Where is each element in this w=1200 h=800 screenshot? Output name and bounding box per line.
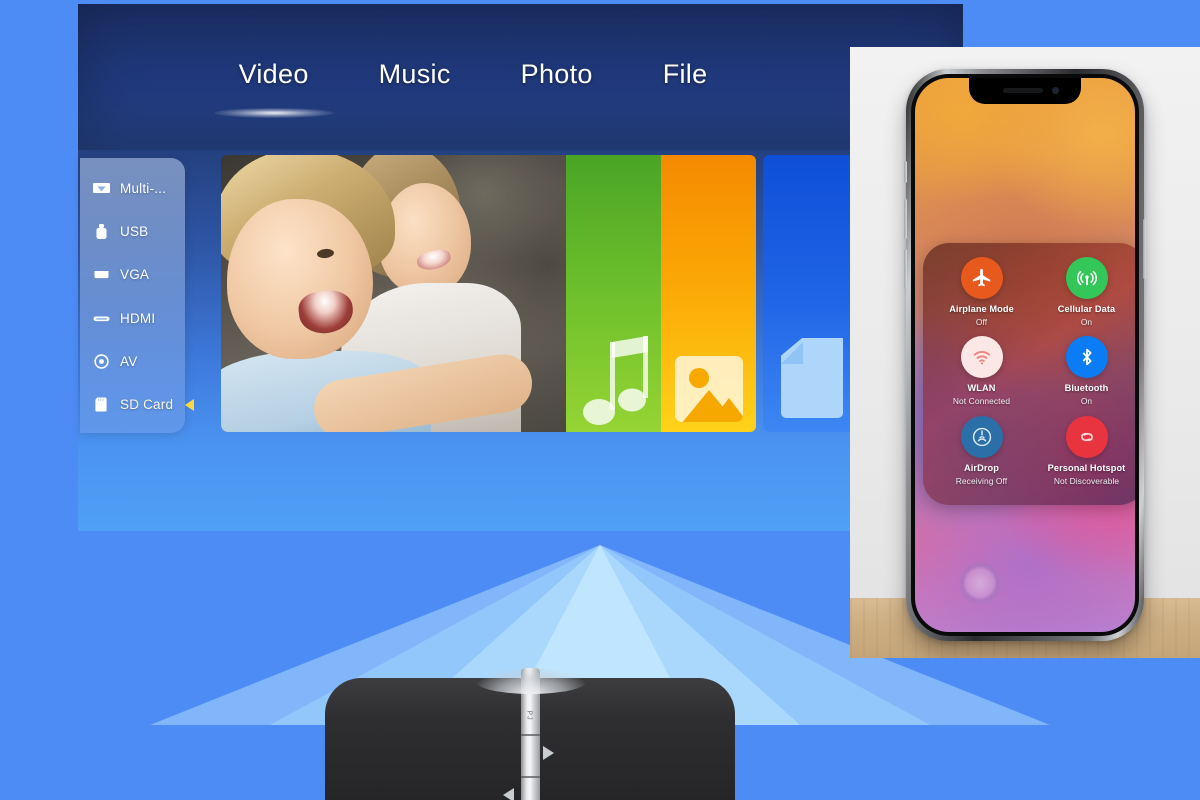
tab-photo[interactable]: Photo: [515, 57, 599, 92]
tab-file-label: File: [662, 58, 708, 89]
wifi-icon: [960, 336, 1003, 379]
sidebar-item-av[interactable]: AV: [80, 344, 185, 380]
video-thumbnail[interactable]: [221, 155, 566, 432]
control-tile-personal-hotspot-title: Personal Hotspot: [1047, 462, 1126, 473]
hdmi-port-icon: [92, 310, 111, 327]
tab-video-label: Video: [238, 58, 309, 89]
phone-mute-switch[interactable]: [904, 161, 907, 183]
projector-right-panel: [532, 678, 735, 800]
sd-card-icon: [92, 396, 111, 413]
iphone-device: Airplane Mode Off Cellular Data On WLAN …: [904, 69, 1146, 641]
control-tile-airdrop-title: AirDrop: [964, 462, 999, 473]
control-tile-bluetooth-status: On: [1080, 396, 1093, 407]
earpiece-speaker-icon: [1003, 88, 1043, 93]
sidebar-item-usb-label: USB: [120, 223, 149, 239]
portable-projector: PJ: [325, 668, 735, 800]
vga-port-icon: [92, 266, 111, 283]
screen-lower-band: [78, 445, 963, 531]
projector-brand-mark: PJ: [525, 710, 533, 721]
control-center-connectivity-panel: Airplane Mode Off Cellular Data On WLAN …: [923, 243, 1135, 505]
screen-cast-icon: [92, 180, 111, 197]
control-tile-bluetooth-title: Bluetooth: [1064, 383, 1109, 394]
control-tile-cellular-data-status: On: [1080, 317, 1093, 327]
music-note-icon: [582, 336, 654, 428]
cellular-antenna-icon: [1065, 257, 1108, 299]
document-icon: [781, 338, 843, 418]
source-sidebar: Multi-... USB VGA HDMI AV SD Card: [80, 158, 195, 433]
projector-lens-glow: [475, 668, 587, 694]
control-tile-personal-hotspot[interactable]: Personal Hotspot Not Discoverable: [1034, 415, 1135, 495]
assistive-touch-icon[interactable]: [959, 562, 1001, 604]
selection-arrow-icon: [185, 398, 195, 411]
video-thumbnail-image: [221, 155, 566, 432]
music-tile[interactable]: [566, 155, 661, 432]
sidebar-item-multiscreen-label: Multi-...: [120, 180, 167, 196]
sidebar-item-av-label: AV: [120, 354, 138, 370]
control-tile-airplane-mode-title: Airplane Mode: [949, 304, 1014, 314]
sidebar-item-sd-card[interactable]: SD Card: [80, 387, 195, 423]
sidebar-item-hdmi-label: HDMI: [120, 310, 156, 326]
tab-video[interactable]: Video: [233, 57, 315, 92]
phone-volume-up-button[interactable]: [904, 199, 907, 239]
photo-tile[interactable]: [661, 155, 756, 432]
airdrop-icon: [960, 415, 1003, 458]
sidebar-item-hdmi[interactable]: HDMI: [80, 300, 185, 336]
control-tile-wlan-title: WLAN: [967, 383, 996, 394]
control-tile-wlan[interactable]: WLAN Not Connected: [929, 336, 1034, 415]
projector-next-button-icon[interactable]: [543, 746, 554, 760]
control-tile-airplane-mode[interactable]: Airplane Mode Off: [929, 257, 1034, 336]
phone-power-button[interactable]: [1143, 219, 1146, 279]
bluetooth-icon: [1065, 336, 1108, 379]
file-tile[interactable]: [763, 155, 863, 432]
control-tile-wlan-status: Not Connected: [952, 396, 1011, 407]
control-tile-bluetooth[interactable]: Bluetooth On: [1034, 336, 1135, 415]
control-tile-cellular-data-title: Cellular Data: [1057, 304, 1116, 314]
tab-file[interactable]: File: [657, 57, 714, 92]
image-icon: [675, 356, 743, 422]
sidebar-item-multiscreen[interactable]: Multi-...: [80, 170, 185, 206]
media-tiles: [221, 155, 921, 432]
front-camera-icon: [1052, 87, 1059, 94]
sidebar-item-sd-card-label: SD Card: [120, 397, 174, 413]
sidebar-item-vga-label: VGA: [120, 267, 150, 283]
phone-inset-photo: Airplane Mode Off Cellular Data On WLAN …: [850, 47, 1200, 658]
control-tile-cellular-data[interactable]: Cellular Data On: [1034, 257, 1135, 336]
control-tile-airplane-mode-status: Off: [975, 317, 988, 327]
phone-volume-down-button[interactable]: [904, 249, 907, 289]
projector-top-nav: Video Music Photo File: [78, 48, 868, 100]
phone-screen: Airplane Mode Off Cellular Data On WLAN …: [915, 78, 1135, 632]
phone-bezel: Airplane Mode Off Cellular Data On WLAN …: [911, 74, 1139, 636]
sidebar-item-vga[interactable]: VGA: [80, 257, 185, 293]
av-jack-icon: [92, 353, 111, 370]
projector-prev-button-icon[interactable]: [503, 788, 514, 800]
tab-music-label: Music: [378, 58, 451, 89]
hotspot-link-icon: [1065, 415, 1108, 458]
tab-photo-label: Photo: [520, 58, 593, 89]
control-tile-airdrop[interactable]: AirDrop Receiving Off: [929, 415, 1034, 495]
control-tile-airdrop-status: Receiving Off: [955, 475, 1008, 486]
sidebar-item-usb[interactable]: USB: [80, 213, 185, 249]
airplane-icon: [960, 257, 1003, 299]
phone-notch: [969, 78, 1081, 104]
tab-music[interactable]: Music: [373, 57, 457, 92]
control-tile-personal-hotspot-status: Not Discoverable: [1053, 475, 1120, 486]
projector-left-panel: [325, 678, 528, 800]
usb-drive-icon: [92, 223, 111, 240]
